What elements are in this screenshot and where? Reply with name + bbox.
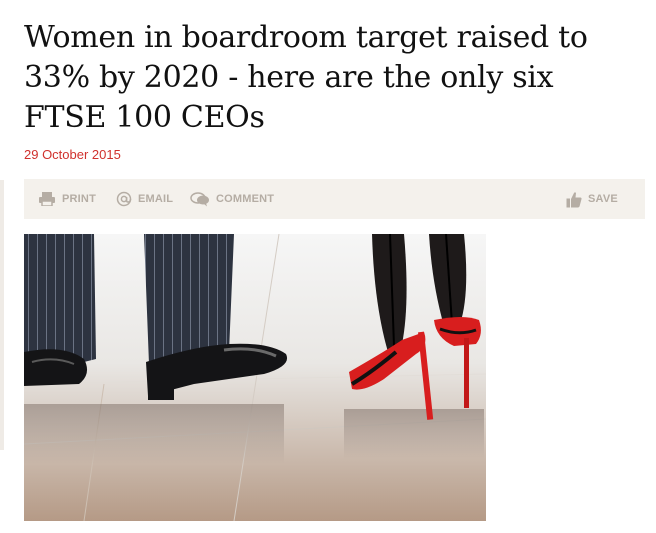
headline: Women in boardroom target raised to 33% … bbox=[24, 20, 588, 135]
share-toolbar: PRINT EMAIL COMMENT SAVE bbox=[24, 179, 645, 219]
article-page: Women in boardroom target raised to 33% … bbox=[0, 0, 656, 533]
email-button[interactable]: EMAIL bbox=[116, 179, 173, 219]
comment-button[interactable]: COMMENT bbox=[190, 179, 274, 219]
speech-bubble-icon bbox=[190, 191, 210, 207]
save-label: SAVE bbox=[588, 193, 618, 205]
publish-date: 29 October 2015 bbox=[24, 147, 121, 162]
thumbs-up-icon bbox=[566, 191, 582, 208]
print-button[interactable]: PRINT bbox=[38, 179, 96, 219]
left-rule bbox=[0, 180, 4, 450]
hero-image bbox=[24, 234, 486, 521]
email-label: EMAIL bbox=[138, 193, 174, 205]
at-icon bbox=[116, 191, 132, 207]
printer-icon bbox=[38, 192, 56, 206]
comment-label: COMMENT bbox=[216, 193, 275, 205]
print-label: PRINT bbox=[62, 193, 96, 205]
save-button[interactable]: SAVE bbox=[566, 179, 618, 219]
